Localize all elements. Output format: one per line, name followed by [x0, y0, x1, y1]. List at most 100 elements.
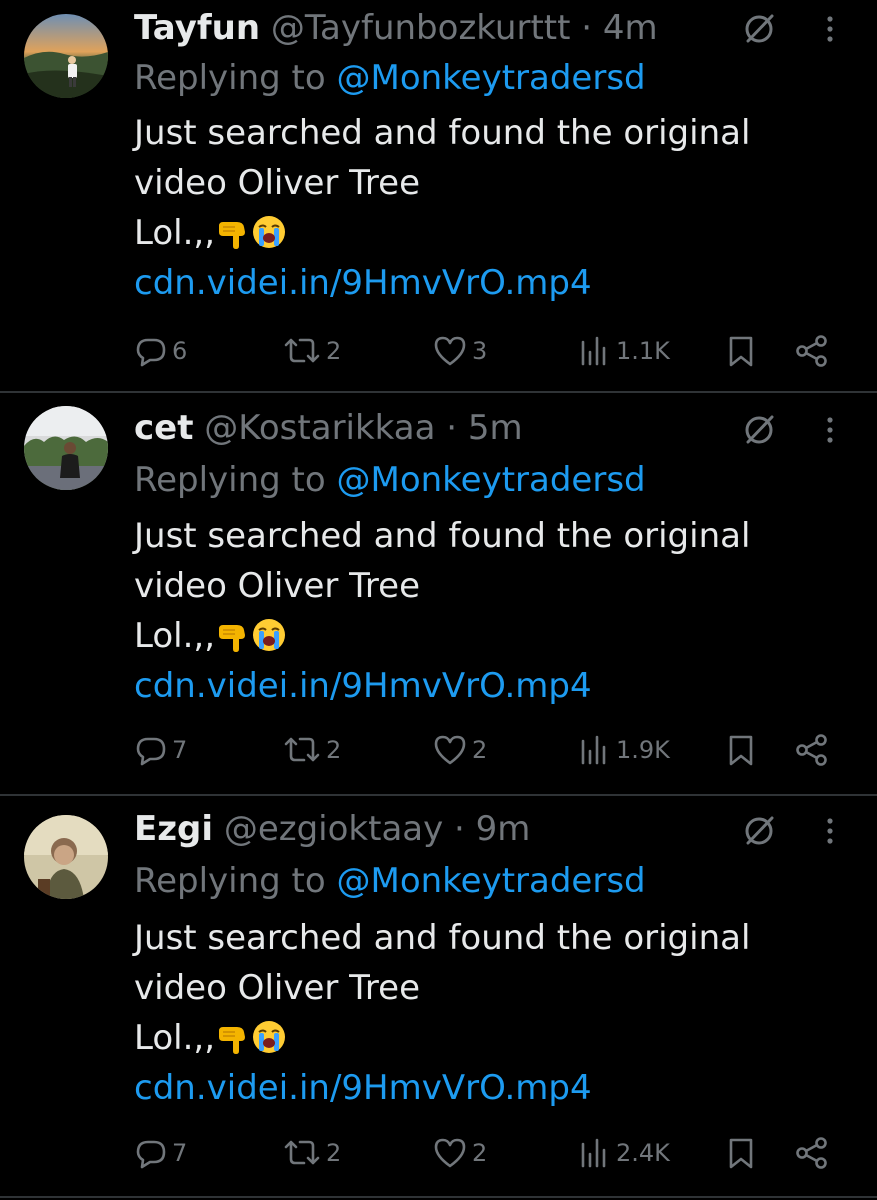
share-button[interactable]	[794, 327, 834, 375]
bookmark-button[interactable]	[726, 327, 760, 375]
tweet-header: Tayfun @Tayfunbozkurttt · 4m	[134, 4, 658, 52]
separator-dot: ·	[446, 408, 458, 448]
grok-icon[interactable]	[742, 814, 776, 848]
repost-button[interactable]: 2	[282, 726, 341, 774]
replying-prefix: Replying to	[134, 861, 337, 901]
like-count: 2	[472, 1139, 488, 1167]
grok-icon[interactable]	[742, 12, 776, 46]
reply-count: 6	[172, 337, 188, 365]
tweet-text-line: video Oliver Tree	[134, 968, 420, 1008]
repost-button[interactable]: 2	[282, 327, 341, 375]
like-count: 2	[472, 736, 488, 764]
more-icon[interactable]	[820, 413, 840, 447]
timestamp[interactable]: 9m	[476, 809, 531, 849]
view-count: 2.4K	[616, 1139, 670, 1167]
separator-dot: ·	[581, 8, 593, 48]
repost-button[interactable]: 2	[282, 1129, 341, 1177]
grok-icon[interactable]	[742, 413, 776, 447]
tweet[interactable]: Ezgi @ezgioktaay · 9m Replying to @Monke…	[0, 795, 877, 1187]
like-button[interactable]: 2	[432, 726, 487, 774]
avatar[interactable]	[24, 815, 108, 899]
view-count: 1.9K	[616, 736, 670, 764]
bookmark-icon	[729, 336, 753, 367]
views-icon	[581, 1138, 606, 1168]
views-icon	[581, 735, 606, 765]
tweet-text-line: Lol.,,	[134, 1013, 750, 1063]
like-icon	[434, 336, 466, 366]
views-button[interactable]: 2.4K	[578, 1129, 670, 1177]
repost-count: 2	[326, 736, 342, 764]
share-button[interactable]	[794, 1129, 834, 1177]
share-button[interactable]	[794, 726, 834, 774]
loudly-crying-face-icon	[253, 216, 286, 248]
tweet-text-line: Just searched and found the original	[134, 918, 751, 958]
user-handle[interactable]: @Kostarikkaa	[204, 408, 435, 448]
view-count: 1.1K	[616, 337, 670, 365]
tweet-text-line: Lol.,,	[134, 208, 750, 258]
more-icon[interactable]	[820, 12, 840, 46]
tweet-text: Just searched and found the original vid…	[134, 511, 750, 711]
tweet[interactable]: Tayfun @Tayfunbozkurttt · 4m Replying to…	[0, 0, 877, 392]
reply-button[interactable]: 6	[134, 327, 187, 375]
views-icon	[581, 336, 606, 366]
tweet-text: Just searched and found the original vid…	[134, 108, 750, 308]
share-icon	[796, 1137, 827, 1169]
bookmark-button[interactable]	[726, 1129, 760, 1177]
tweet-text-line: video Oliver Tree	[134, 566, 420, 606]
mention-link[interactable]: @Monkeytradersd	[337, 460, 646, 500]
tweet-text-lol: Lol.,,	[134, 616, 216, 656]
like-button[interactable]: 3	[432, 327, 487, 375]
tweet-text-lol: Lol.,,	[134, 1018, 216, 1058]
timestamp[interactable]: 5m	[468, 408, 523, 448]
repost-count: 2	[326, 1139, 342, 1167]
tweet-text-lol: Lol.,,	[134, 213, 216, 253]
repost-icon	[284, 737, 320, 762]
action-bar: 7 2 2 2.4K	[134, 1129, 834, 1177]
action-bar: 6 2 3 1.1K	[134, 327, 834, 375]
user-handle[interactable]: @ezgioktaay	[224, 809, 443, 849]
tweet-text-line: Lol.,,	[134, 611, 750, 661]
reply-icon	[136, 1140, 166, 1169]
tweet-header: Ezgi @ezgioktaay · 9m	[134, 805, 530, 853]
reply-button[interactable]: 7	[134, 726, 187, 774]
reply-button[interactable]: 7	[134, 1129, 187, 1177]
more-icon[interactable]	[820, 814, 840, 848]
tweet-text-line: Just searched and found the original	[134, 516, 751, 556]
replying-prefix: Replying to	[134, 460, 337, 500]
tweet-text: Just searched and found the original vid…	[134, 913, 750, 1113]
loudly-crying-face-icon	[253, 1021, 286, 1053]
like-button[interactable]: 2	[432, 1129, 487, 1177]
views-button[interactable]: 1.1K	[578, 327, 670, 375]
tweet-text-line: video Oliver Tree	[134, 163, 420, 203]
bookmark-icon	[729, 1138, 753, 1169]
display-name[interactable]: Ezgi	[134, 809, 213, 849]
bookmark-icon	[729, 735, 753, 766]
avatar[interactable]	[24, 14, 108, 98]
display-name[interactable]: cet	[134, 408, 193, 448]
video-link[interactable]: cdn.videi.in/9HmvVrO.mp4	[134, 661, 750, 711]
tweet[interactable]: cet @Kostarikkaa · 5m Replying to @Monke…	[0, 392, 877, 784]
replying-prefix: Replying to	[134, 58, 337, 98]
backhand-index-pointing-down-icon	[219, 625, 246, 652]
repost-count: 2	[326, 337, 342, 365]
video-link[interactable]: cdn.videi.in/9HmvVrO.mp4	[134, 258, 750, 308]
display-name[interactable]: Tayfun	[134, 8, 260, 48]
user-handle[interactable]: @Tayfunbozkurttt	[271, 8, 571, 48]
repost-icon	[284, 338, 320, 363]
timestamp[interactable]: 4m	[603, 8, 658, 48]
share-icon	[796, 335, 827, 367]
replying-to: Replying to @Monkeytradersd	[134, 857, 646, 905]
avatar[interactable]	[24, 406, 108, 490]
mention-link[interactable]: @Monkeytradersd	[337, 861, 646, 901]
divider	[0, 1196, 877, 1198]
views-button[interactable]: 1.9K	[578, 726, 670, 774]
video-link[interactable]: cdn.videi.in/9HmvVrO.mp4	[134, 1063, 750, 1113]
tweet-text-line: Just searched and found the original	[134, 113, 751, 153]
share-icon	[796, 734, 827, 766]
reply-count: 7	[172, 1139, 188, 1167]
reply-icon	[136, 737, 166, 766]
action-bar: 7 2 2 1.9K	[134, 726, 834, 774]
repost-icon	[284, 1140, 320, 1165]
bookmark-button[interactable]	[726, 726, 760, 774]
mention-link[interactable]: @Monkeytradersd	[337, 58, 646, 98]
